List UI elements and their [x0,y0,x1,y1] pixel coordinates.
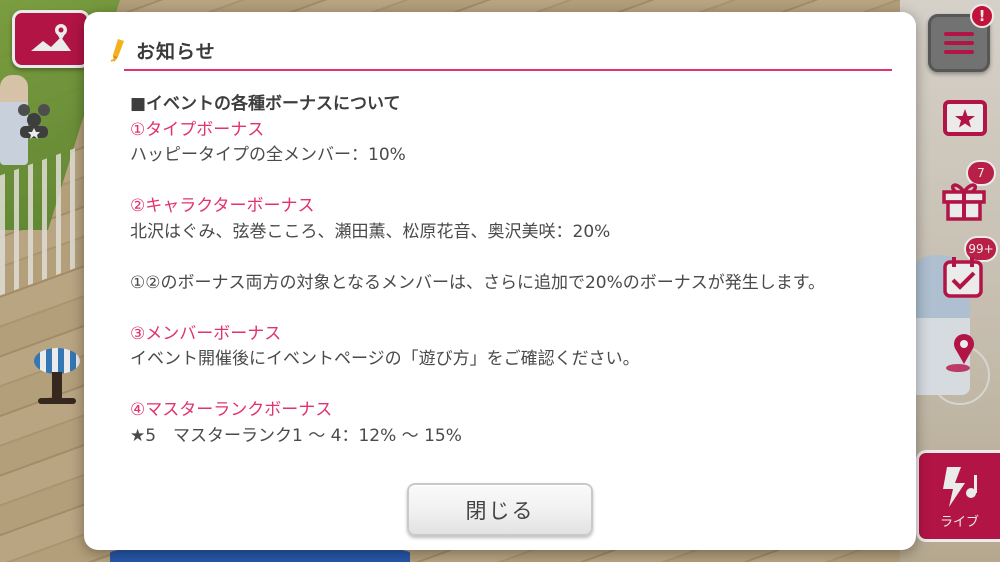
notice-body[interactable]: ■イベントの各種ボーナスについて ①タイプボーナス ハッピータイプの全メンバー：… [130,92,880,466]
notice-dialog: お知らせ ■イベントの各種ボーナスについて ①タイプボーナス ハッピータイプの全… [84,12,916,550]
dialog-title: お知らせ [136,40,216,63]
section-text-combined-bonus: ①②のボーナス両方の対象となるメンバーは、さらに追加で20%のボーナスが発生しま… [130,272,826,293]
section-text-member-bonus: イベント開催後にイベントページの「遊び方」をご確認ください。 [130,349,640,369]
section-text-master-rank-bonus: ★5 マスターランク1 〜 4：12% 〜 15% [130,425,462,446]
section-title-member-bonus: ③メンバーボーナス [130,323,282,344]
title-underline [124,69,892,71]
notice-heading: ■イベントの各種ボーナスについて [130,94,401,114]
section-text-character-bonus: 北沢はぐみ、弦巻こころ、瀬田薫、松原花音、奥沢美咲：20% [130,221,611,242]
section-title-type-bonus: ①タイプボーナス [130,119,265,140]
close-button-label: 閉じる [465,498,535,523]
section-title-master-rank-bonus: ④マスターランクボーナス [130,400,333,420]
dialog-header: お知らせ [110,36,216,64]
pencil-icon [110,39,124,62]
section-text-type-bonus: ハッピータイプの全メンバー：10% [130,145,406,165]
section-title-character-bonus: ②キャラクターボーナス [130,196,315,216]
close-button[interactable]: 閉じる [407,483,593,536]
